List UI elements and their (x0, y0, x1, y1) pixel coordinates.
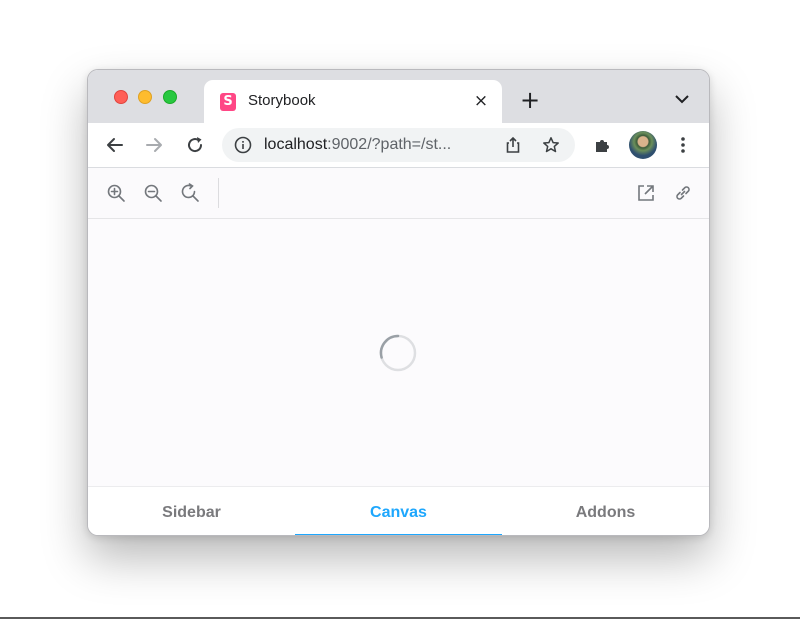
address-bar[interactable]: localhost:9002/?path=/st... (222, 128, 575, 162)
zoom-in-icon[interactable] (106, 183, 126, 203)
window-maximize-button[interactable] (163, 90, 177, 104)
window-close-button[interactable] (114, 90, 128, 104)
zoom-reset-icon[interactable] (180, 183, 200, 203)
extensions-puzzle-icon[interactable] (593, 135, 613, 155)
open-new-tab-icon[interactable] (636, 183, 656, 203)
new-tab-button[interactable]: + (519, 88, 541, 112)
storybook-icon: S (220, 93, 236, 111)
storybook-toolbar (88, 168, 709, 219)
chevron-down-icon[interactable] (673, 92, 691, 106)
mobile-bottom-nav: Sidebar Canvas Addons (88, 486, 709, 535)
story-canvas (88, 219, 709, 486)
active-tab-indicator (295, 534, 502, 535)
bookmark-star-icon[interactable] (542, 136, 560, 154)
zoom-out-icon[interactable] (143, 183, 163, 203)
browser-tab[interactable]: S Storybook × (204, 80, 502, 123)
browser-window: S Storybook × + localhost:9002/?path=/st… (87, 69, 710, 536)
more-options-icon[interactable] (680, 136, 686, 154)
browser-toolbar: localhost:9002/?path=/st... (88, 123, 709, 168)
tab-sidebar[interactable]: Sidebar (88, 487, 295, 535)
url-host: localhost (264, 136, 328, 153)
back-arrow-icon[interactable] (105, 135, 125, 155)
tab-title: Storybook (248, 92, 316, 109)
toolbar-divider (218, 178, 219, 208)
loading-spinner-icon (379, 334, 417, 372)
url-text[interactable]: localhost:9002/?path=/st... (264, 136, 451, 154)
profile-avatar[interactable] (629, 131, 657, 159)
reload-icon[interactable] (185, 135, 205, 155)
close-tab-icon[interactable]: × (472, 92, 490, 110)
tab-canvas[interactable]: Canvas (295, 487, 502, 535)
tab-addons[interactable]: Addons (502, 487, 709, 535)
share-icon[interactable] (504, 136, 522, 154)
info-icon[interactable] (234, 136, 252, 154)
url-path: :9002/?path=/st... (327, 136, 452, 153)
copy-link-icon[interactable] (673, 183, 693, 203)
window-minimize-button[interactable] (138, 90, 152, 104)
title-bar: S Storybook × + (88, 70, 709, 123)
forward-arrow-icon[interactable] (144, 135, 164, 155)
